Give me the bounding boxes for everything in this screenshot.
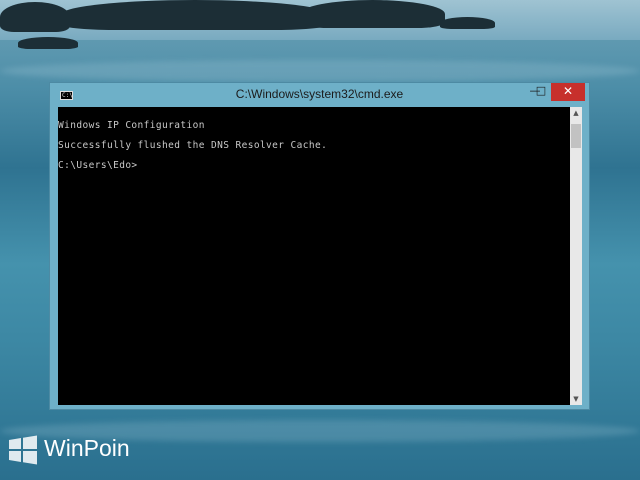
scroll-up-arrow-icon[interactable]: ▲ [570, 107, 582, 119]
close-button[interactable]: ✕ [551, 83, 585, 101]
background-rock [440, 17, 495, 29]
background-rock [300, 0, 445, 28]
console-line: Successfully flushed the DNS Resolver Ca… [58, 140, 328, 151]
windows-logo-icon [9, 435, 37, 465]
cmd-window[interactable]: C:\ C:\Windows\system32\cmd.exe — □ ✕ Wi… [49, 82, 590, 410]
watermark-text: WinPoin [44, 435, 130, 461]
console-output[interactable]: Windows IP Configuration Successfully fl… [58, 107, 570, 405]
background-rock [60, 0, 330, 30]
background-rock [18, 37, 78, 49]
console-line: Windows IP Configuration [58, 120, 205, 131]
vertical-scrollbar[interactable]: ▲ ▼ [570, 107, 582, 405]
window-title: C:\Windows\system32\cmd.exe [235, 87, 404, 101]
scroll-down-arrow-icon[interactable]: ▼ [570, 393, 582, 405]
maximize-button[interactable]: □ [532, 83, 550, 101]
console-prompt: C:\Users\Edo> [58, 160, 138, 171]
background-wave [0, 60, 640, 82]
scroll-thumb[interactable] [571, 124, 581, 148]
title-bar[interactable]: C:\ C:\Windows\system32\cmd.exe — □ ✕ [50, 83, 589, 107]
